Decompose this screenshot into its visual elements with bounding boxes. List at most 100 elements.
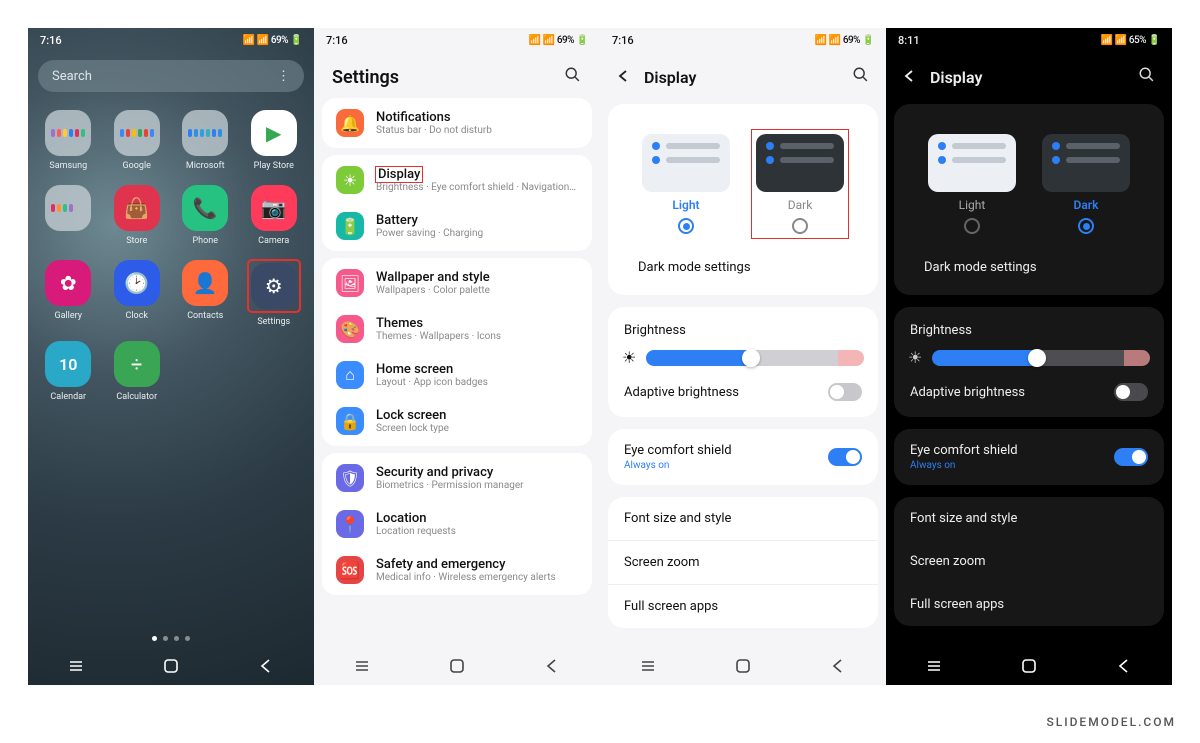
row-adaptive-brightness[interactable]: Adaptive brightness xyxy=(622,367,864,405)
status-bar: 8:11 📶 📶 65%🔋 xyxy=(886,28,1172,52)
back-icon[interactable] xyxy=(1115,657,1133,675)
back-icon[interactable] xyxy=(257,657,275,675)
search-icon[interactable] xyxy=(564,66,582,88)
toggle-adaptive[interactable] xyxy=(1114,383,1148,401)
toggle-adaptive[interactable] xyxy=(828,383,862,401)
settings-row-display[interactable]: ☀DisplayBrightness · Eye comfort shield … xyxy=(322,157,592,203)
toggle-eye-comfort[interactable] xyxy=(828,448,862,466)
settings-row-notifications[interactable]: 🔔NotificationsStatus bar · Do not distur… xyxy=(322,100,592,146)
dark-preview-icon xyxy=(756,134,844,192)
app-google[interactable]: Google xyxy=(103,110,172,171)
app-play-store[interactable]: ▶Play Store xyxy=(240,110,309,171)
home-icon[interactable] xyxy=(162,657,180,675)
radio-light[interactable] xyxy=(678,218,694,234)
android-nav[interactable] xyxy=(28,647,314,685)
page-title: Settings xyxy=(332,67,399,88)
home-icon[interactable] xyxy=(1020,657,1038,675)
row-subtitle: Status bar · Do not disturb xyxy=(376,125,492,136)
settings-row-location[interactable]: 📍LocationLocation requests xyxy=(322,501,592,547)
page-title: Display xyxy=(930,68,1124,87)
app-folder[interactable] xyxy=(34,185,103,246)
app-label: Camera xyxy=(258,236,289,246)
row-title: Home screen xyxy=(376,362,488,377)
app-label: Gallery xyxy=(54,311,82,321)
back-icon[interactable] xyxy=(829,657,847,675)
theme-option-light[interactable]: Light xyxy=(638,130,734,238)
app-calendar[interactable]: 10Calendar xyxy=(34,341,103,402)
row-title: Security and privacy xyxy=(376,465,524,480)
android-nav[interactable] xyxy=(600,647,886,685)
radio-light[interactable] xyxy=(964,218,980,234)
row-eye-comfort[interactable]: Eye comfort shieldAlways on xyxy=(608,429,878,485)
row-adaptive-brightness[interactable]: Adaptive brightness xyxy=(908,367,1150,405)
screen-home: 7:16 📶 📶 69%🔋 Search ⋮ SamsungGoogleMicr… xyxy=(28,28,314,685)
search-icon[interactable] xyxy=(852,66,870,88)
settings-row-lock-screen[interactable]: 🔒Lock screenScreen lock type xyxy=(322,398,592,444)
home-icon[interactable] xyxy=(448,657,466,675)
status-bar: 7:16 📶 📶 69%🔋 xyxy=(28,28,314,52)
app-clock[interactable]: 🕑Clock xyxy=(103,260,172,327)
row-screen-zoom[interactable]: Screen zoom xyxy=(894,540,1164,583)
app-label: Calendar xyxy=(50,392,86,402)
radio-dark[interactable] xyxy=(792,218,808,234)
settings-row-safety-and-emergency[interactable]: 🆘Safety and emergencyMedical info · Wire… xyxy=(322,547,592,593)
settings-row-security-and-privacy[interactable]: 🛡Security and privacyBiometrics · Permis… xyxy=(322,455,592,501)
row-subtitle: Power saving · Charging xyxy=(376,228,483,239)
row-dark-mode-settings[interactable]: Dark mode settings xyxy=(908,246,1150,289)
settings-row-themes[interactable]: 🎨ThemesThemes · Wallpapers · Icons xyxy=(322,306,592,352)
settings-row-battery[interactable]: 🔋BatteryPower saving · Charging xyxy=(322,203,592,249)
app-calculator[interactable]: ÷Calculator xyxy=(103,341,172,402)
android-nav[interactable] xyxy=(886,647,1172,685)
sos-icon: 🆘 xyxy=(336,556,364,584)
row-screen-zoom[interactable]: Screen zoom xyxy=(608,540,878,584)
recents-icon[interactable] xyxy=(925,657,943,675)
shield-icon: 🛡 xyxy=(336,464,364,492)
theme-option-light[interactable]: Light xyxy=(924,130,1020,238)
settings-row-wallpaper-and-style[interactable]: 🖼Wallpaper and styleWallpapers · Color p… xyxy=(322,260,592,306)
back-icon[interactable] xyxy=(616,68,630,87)
row-title: Notifications xyxy=(376,110,492,125)
row-title: Safety and emergency xyxy=(376,557,556,572)
theme-option-dark[interactable]: Dark xyxy=(1038,130,1134,238)
app-camera[interactable]: 📷Camera xyxy=(240,185,309,246)
row-subtitle: Brightness · Eye comfort shield · Naviga… xyxy=(376,182,578,193)
back-icon[interactable] xyxy=(902,68,916,87)
sun-icon: ☀ xyxy=(908,348,922,367)
brightness-slider[interactable]: ☀ xyxy=(908,348,1150,367)
app-samsung[interactable]: Samsung xyxy=(34,110,103,171)
theme-option-dark[interactable]: Dark xyxy=(752,130,848,238)
home-search[interactable]: Search ⋮ xyxy=(38,60,304,92)
row-full-screen-apps[interactable]: Full screen apps xyxy=(608,584,878,628)
row-dark-mode-settings[interactable]: Dark mode settings xyxy=(622,246,864,289)
toggle-eye-comfort[interactable] xyxy=(1114,448,1148,466)
app-settings[interactable]: ⚙Settings xyxy=(240,260,309,327)
row-title: Wallpaper and style xyxy=(376,270,490,285)
android-nav[interactable] xyxy=(314,647,600,685)
app-gallery[interactable]: ✿Gallery xyxy=(34,260,103,327)
radio-dark[interactable] xyxy=(1078,218,1094,234)
search-icon[interactable] xyxy=(1138,66,1156,88)
row-title: Battery xyxy=(376,213,483,228)
app-phone[interactable]: 📞Phone xyxy=(171,185,240,246)
recents-icon[interactable] xyxy=(353,657,371,675)
row-eye-comfort[interactable]: Eye comfort shieldAlways on xyxy=(894,429,1164,485)
row-full-screen-apps[interactable]: Full screen apps xyxy=(894,583,1164,626)
home-icon[interactable] xyxy=(734,657,752,675)
row-font-size[interactable]: Font size and style xyxy=(608,497,878,540)
app-microsoft[interactable]: Microsoft xyxy=(171,110,240,171)
app-store[interactable]: 👜Store xyxy=(103,185,172,246)
recents-icon[interactable] xyxy=(67,657,85,675)
light-preview-icon xyxy=(928,134,1016,192)
row-font-size[interactable]: Font size and style xyxy=(894,497,1164,540)
row-subtitle: Layout · App icon badges xyxy=(376,377,488,388)
app-contacts[interactable]: 👤Contacts xyxy=(171,260,240,327)
settings-row-home-screen[interactable]: ⌂Home screenLayout · App icon badges xyxy=(322,352,592,398)
app-label: Phone xyxy=(192,236,218,246)
recents-icon[interactable] xyxy=(639,657,657,675)
more-icon[interactable]: ⋮ xyxy=(277,69,290,84)
back-icon[interactable] xyxy=(543,657,561,675)
brightness-slider[interactable]: ☀ xyxy=(622,348,864,367)
sun-icon: ☀ xyxy=(336,166,364,194)
label-brightness: Brightness xyxy=(908,319,1150,348)
row-subtitle: Location requests xyxy=(376,526,456,537)
